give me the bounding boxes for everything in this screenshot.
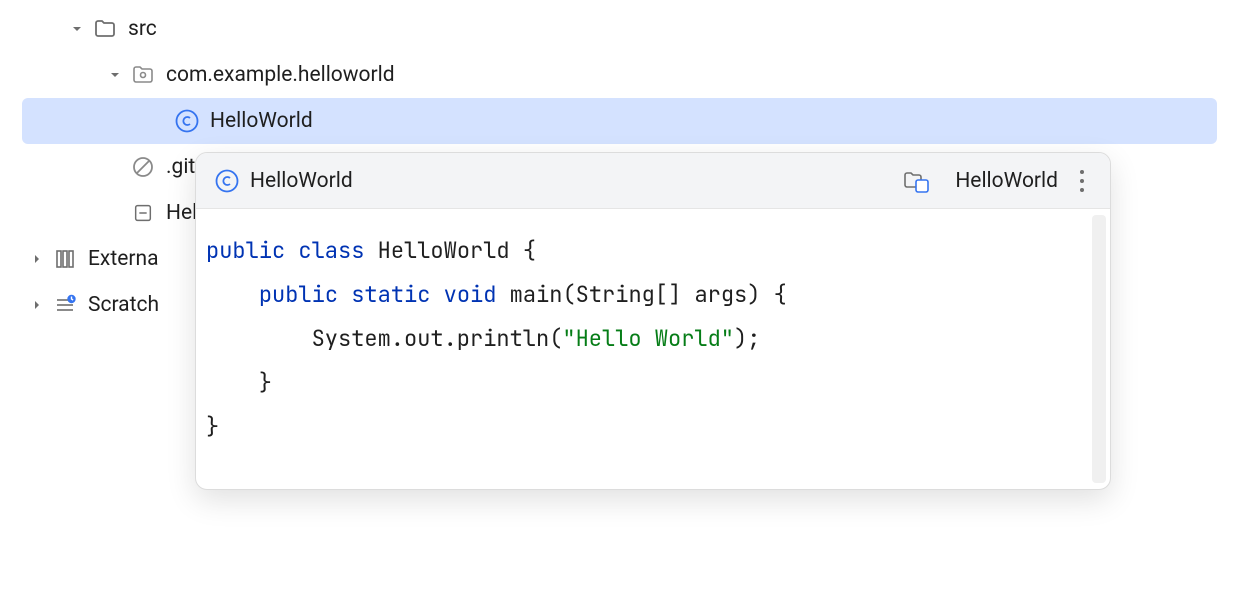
more-options-icon[interactable]: [1072, 170, 1092, 192]
popup-header: HelloWorld HelloWorld: [196, 153, 1110, 209]
chevron-right-icon[interactable]: [30, 298, 44, 312]
code-keyword: public: [206, 236, 285, 265]
tree-item-src[interactable]: src: [0, 6, 1239, 52]
module-file-icon: [130, 200, 156, 226]
tree-item-label: src: [128, 17, 157, 41]
code-text: HelloWorld {: [364, 236, 536, 265]
tree-item-label: HelloWorld: [210, 109, 313, 133]
chevron-down-icon[interactable]: [70, 22, 84, 36]
popup-title: HelloWorld: [250, 169, 353, 193]
quick-definition-popup: HelloWorld HelloWorld public class Hello…: [195, 152, 1111, 490]
tree-item-package[interactable]: com.example.helloworld: [0, 52, 1239, 98]
code-preview[interactable]: public class HelloWorld { public static …: [196, 209, 1110, 489]
ignored-file-icon: [130, 154, 156, 180]
code-text: }: [206, 412, 219, 441]
popup-location-label[interactable]: HelloWorld: [955, 169, 1058, 193]
code-string: "Hello World": [562, 324, 734, 353]
library-icon: [52, 246, 78, 272]
code-keyword: static: [351, 280, 430, 309]
navigate-to-source-icon[interactable]: [901, 168, 931, 194]
chevron-right-icon[interactable]: [30, 252, 44, 266]
code-text: main(String[] args) {: [496, 280, 786, 309]
scratches-icon: [52, 292, 78, 318]
tree-item-label: Scratch: [88, 293, 159, 317]
scrollbar[interactable]: [1092, 215, 1106, 483]
java-class-icon: [214, 168, 240, 194]
code-text: System.out.println(: [206, 324, 562, 353]
code-text: }: [206, 368, 272, 397]
java-class-icon: [174, 108, 200, 134]
folder-icon: [92, 16, 118, 42]
chevron-down-icon[interactable]: [108, 68, 122, 82]
tree-item-class-helloworld[interactable]: HelloWorld: [22, 98, 1217, 144]
tree-item-label: com.example.helloworld: [166, 63, 395, 87]
code-keyword: class: [298, 236, 364, 265]
code-keyword: public: [259, 280, 338, 309]
tree-item-label: Externa: [88, 247, 159, 271]
code-text: );: [734, 324, 760, 353]
package-icon: [130, 62, 156, 88]
code-keyword: void: [444, 280, 497, 309]
